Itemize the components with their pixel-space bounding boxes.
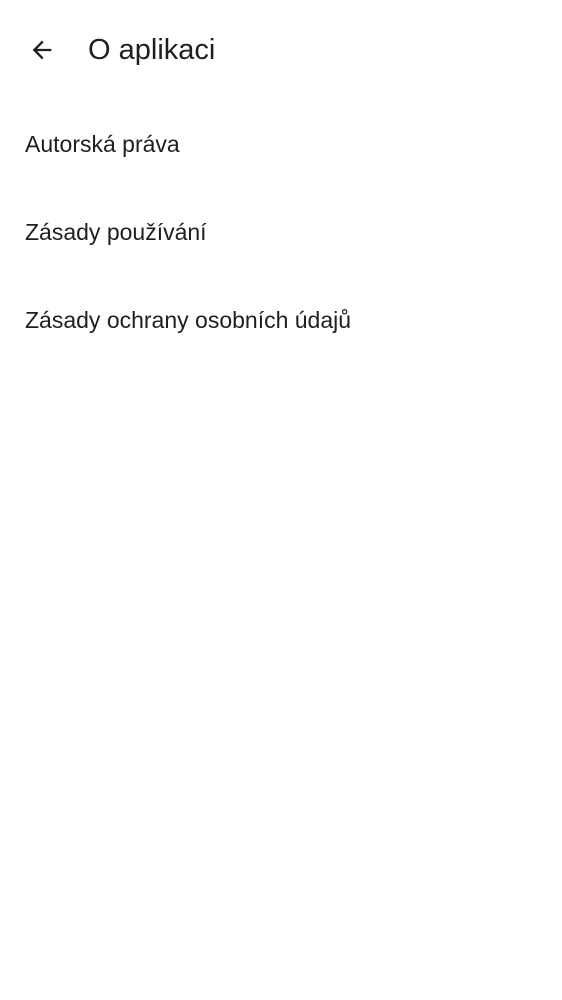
app-bar: O aplikaci (0, 0, 562, 100)
back-button[interactable] (18, 26, 66, 74)
list-item-privacy-policy[interactable]: Zásady ochrany osobních údajů (0, 276, 562, 364)
arrow-back-icon (28, 36, 56, 64)
list-item-label: Zásady používání (25, 219, 207, 245)
list-item-label: Autorská práva (25, 131, 180, 157)
settings-list: Autorská práva Zásady používání Zásady o… (0, 100, 562, 364)
list-item-label: Zásady ochrany osobních údajů (25, 307, 352, 333)
page-title: O aplikaci (88, 34, 216, 66)
list-item-copyright[interactable]: Autorská práva (0, 100, 562, 188)
list-item-terms-of-use[interactable]: Zásady používání (0, 188, 562, 276)
